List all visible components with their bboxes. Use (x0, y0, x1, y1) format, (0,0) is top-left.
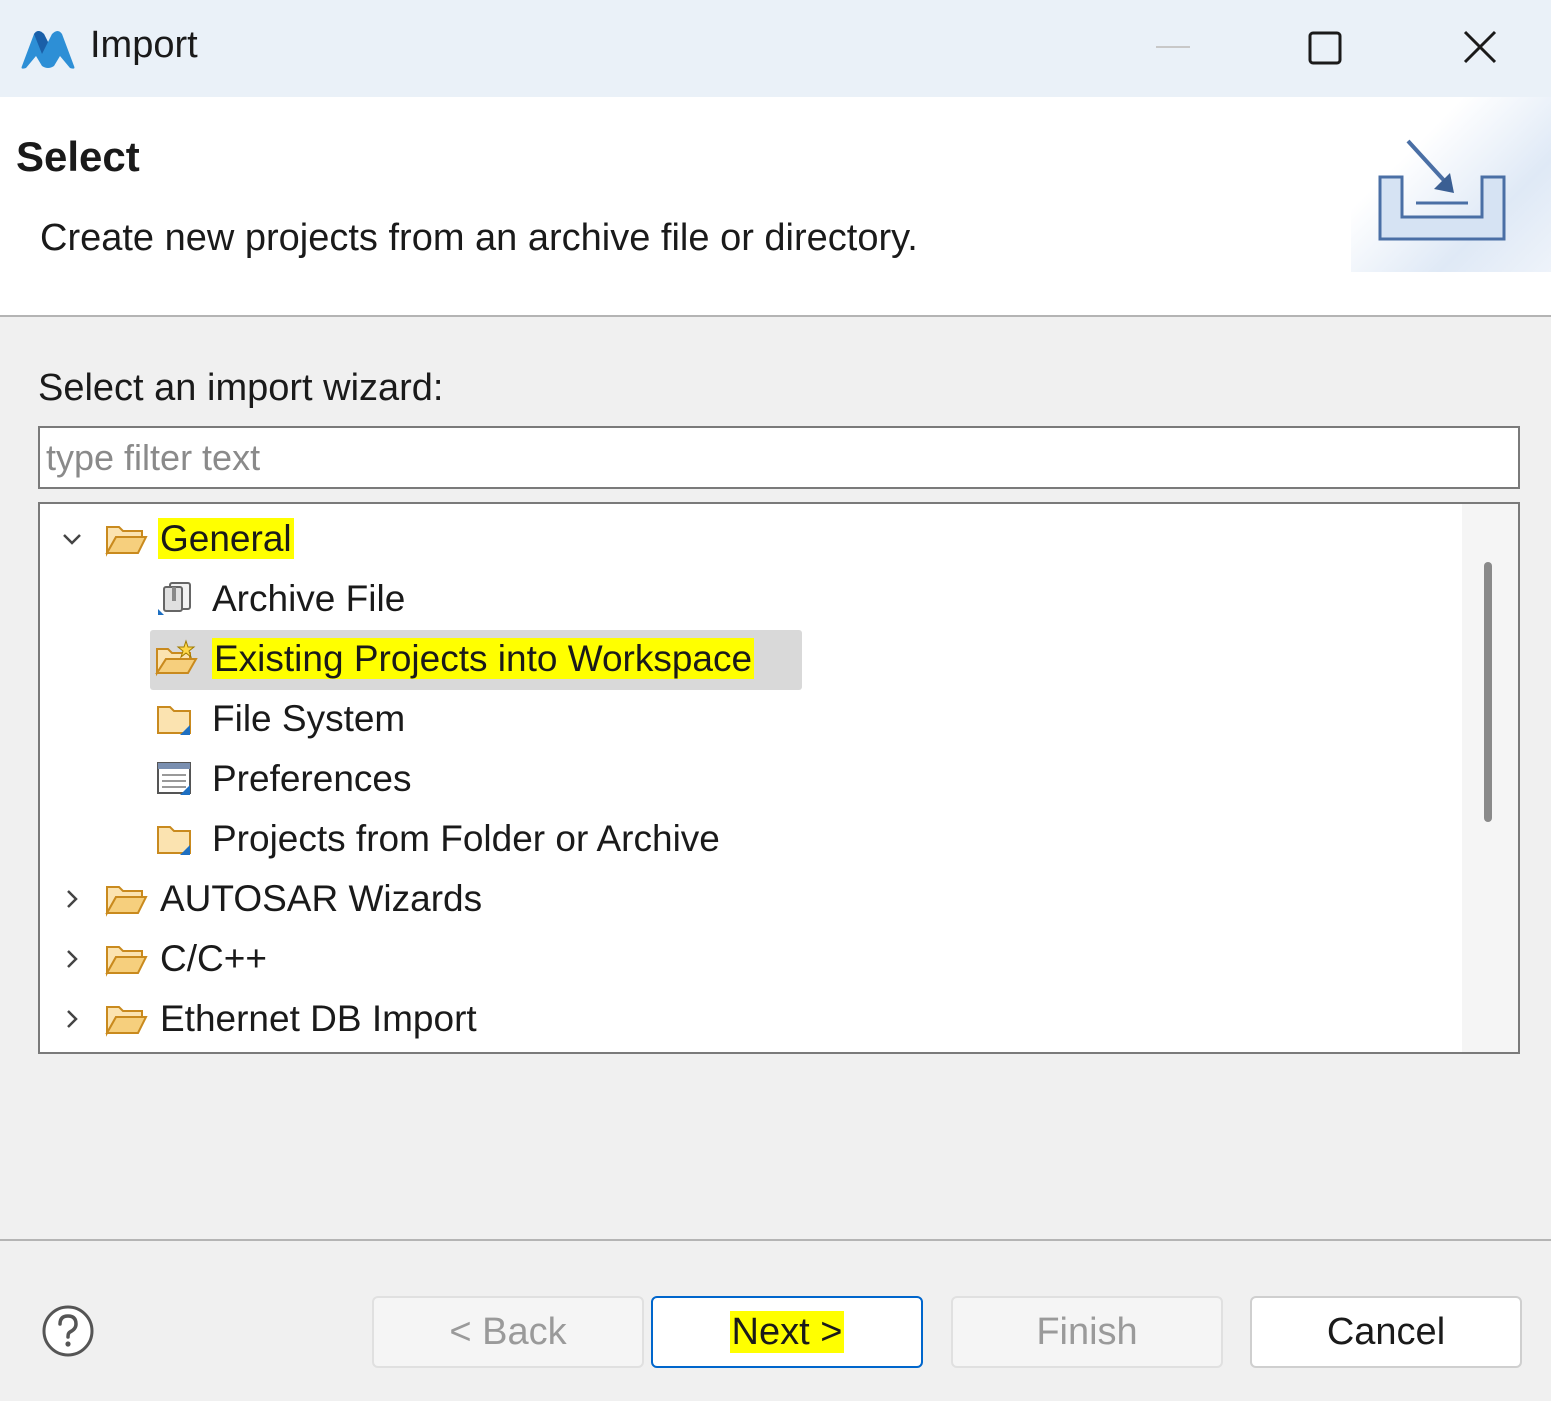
archive-file-icon (158, 582, 191, 615)
page-title: Select (16, 133, 140, 180)
filter-input[interactable] (38, 426, 1520, 489)
tree-node-preferences[interactable]: Preferences (40, 750, 1492, 808)
back-button[interactable]: < Back (372, 1296, 644, 1368)
wizard-footer: < Back Next > Finish Cancel (0, 1241, 1551, 1401)
tree-scrollbar[interactable] (1462, 504, 1518, 1052)
wizard-prompt-label: Select an import wizard: (38, 367, 444, 409)
file-system-icon (157, 706, 191, 735)
projects-folder-icon (157, 826, 191, 855)
tree-node-c-cpp[interactable]: C/C++ (40, 930, 1492, 988)
chevron-right-icon[interactable] (60, 887, 84, 911)
title-bar: Import (0, 0, 1551, 97)
minimize-icon (1156, 46, 1190, 48)
tree-node-label: General (158, 518, 294, 559)
app-logo-icon (21, 31, 75, 69)
wizard-body: Select an import wizard: General A (0, 317, 1551, 1239)
next-button-label: Next > (729, 1311, 845, 1353)
existing-projects-icon (155, 639, 198, 677)
tree-node-label: Ethernet DB Import (160, 998, 477, 1039)
close-button[interactable] (1425, 0, 1535, 97)
folder-open-icon (105, 946, 148, 977)
tree-node-file-system[interactable]: File System (40, 690, 1492, 748)
tree-node-label: Archive File (212, 578, 406, 619)
import-wizard-banner-icon (1378, 139, 1506, 241)
preferences-icon (157, 762, 191, 795)
cancel-button[interactable]: Cancel (1250, 1296, 1522, 1368)
next-button[interactable]: Next > (651, 1296, 923, 1368)
tree-node-label: Existing Projects into Workspace (212, 638, 755, 679)
tree-node-label: C/C++ (160, 938, 267, 979)
maximize-icon (1308, 31, 1342, 65)
tree-node-label: Preferences (212, 758, 412, 799)
help-icon[interactable] (40, 1303, 96, 1359)
scrollbar-thumb[interactable] (1484, 562, 1492, 822)
minimize-button[interactable] (1118, 0, 1228, 97)
window-title: Import (90, 24, 198, 66)
tree-node-ethernet-db-import[interactable]: Ethernet DB Import (40, 990, 1492, 1048)
folder-open-icon (105, 526, 148, 557)
chevron-right-icon[interactable] (60, 947, 84, 971)
folder-open-icon (105, 886, 148, 917)
finish-button[interactable]: Finish (951, 1296, 1223, 1368)
tree-node-label: Projects from Folder or Archive (212, 818, 720, 859)
tree-node-existing-projects[interactable]: Existing Projects into Workspace (40, 630, 1492, 690)
wizard-tree[interactable]: General Archive File Existing Projects i… (38, 502, 1520, 1054)
folder-open-icon (105, 1006, 148, 1037)
tree-node-label: AUTOSAR Wizards (160, 878, 483, 919)
tree-node-autosar-wizards[interactable]: AUTOSAR Wizards (40, 870, 1492, 928)
maximize-button[interactable] (1270, 0, 1380, 97)
chevron-down-icon[interactable] (60, 527, 84, 551)
tree-node-general[interactable]: General (40, 510, 1492, 568)
wizard-header: Select Create new projects from an archi… (0, 97, 1551, 315)
tree-node-label: File System (212, 698, 406, 739)
close-icon (1463, 30, 1497, 64)
tree-node-projects-from-folder[interactable]: Projects from Folder or Archive (40, 810, 1492, 868)
chevron-right-icon[interactable] (60, 1007, 84, 1031)
page-description: Create new projects from an archive file… (40, 217, 918, 259)
tree-node-archive-file[interactable]: Archive File (40, 570, 1492, 628)
